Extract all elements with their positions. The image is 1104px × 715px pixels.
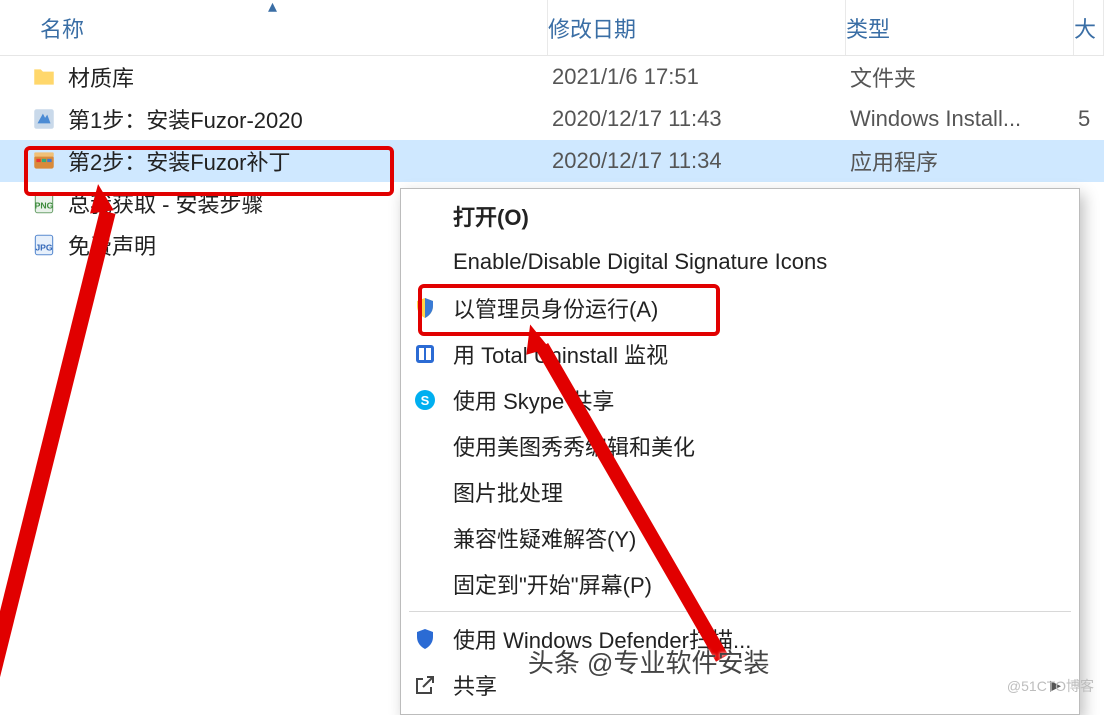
context-menu-item-label: 打开(O) [453,200,529,232]
file-date: 2021/1/6 17:51 [548,64,846,90]
blank-icon [411,248,439,276]
blank-icon [411,202,439,230]
tu-icon [411,340,439,368]
column-header-date[interactable]: 修改日期 [548,0,846,55]
column-header-type-label: 类型 [846,12,890,44]
context-menu-item[interactable]: Enable/Disable Digital Signature Icons [401,239,1079,285]
context-menu-item[interactable]: S 使用 Skype 共享 [401,377,1079,423]
file-date: 2020/12/17 11:34 [548,148,846,174]
column-header-type[interactable]: 类型 [846,0,1074,55]
column-header-row: 名称 ▴ 修改日期 类型 大 [0,0,1104,56]
column-header-name[interactable]: 名称 ▴ [0,0,548,55]
column-header-size[interactable]: 大 [1074,0,1104,55]
context-menu-item-label: 固定到"开始"屏幕(P) [453,568,652,600]
blank-icon [411,524,439,552]
file-name: 材质库 [68,61,134,93]
context-menu-item-label: 共享 [453,669,497,701]
blank-icon [411,478,439,506]
file-type: 应用程序 [846,145,1074,177]
column-header-size-label: 大 [1074,12,1096,44]
file-name: 第1步：安装Fuzor-2020 [68,103,303,135]
context-menu-item[interactable]: 打开(O) [401,193,1079,239]
jpg-icon: JPG [30,231,58,259]
context-menu-item-label: 图片批处理 [453,476,563,508]
file-name: 第2步：安装Fuzor补丁 [68,145,290,177]
context-menu-item-label: 使用美图秀秀编辑和美化 [453,430,695,462]
png-icon: PNG [30,189,58,217]
file-row[interactable]: 第1步：安装Fuzor-2020 2020/12/17 11:43Windows … [0,98,1104,140]
context-menu-item-label: 使用 Skype 共享 [453,384,614,416]
svg-text:PNG: PNG [35,200,54,210]
file-row[interactable]: 第2步：安装Fuzor补丁 2020/12/17 11:34应用程序 [0,140,1104,182]
file-type: Windows Install... [846,106,1074,132]
file-name: 总我获取 - 安装步骤 [68,187,264,219]
watermark-right: @51CTO博客 [1007,676,1094,696]
share-icon [411,671,439,699]
app-icon [30,147,58,175]
context-menu-item[interactable]: 固定到"开始"屏幕(P) [401,561,1079,607]
context-menu-item-label: 用 Total Uninstall 监视 [453,338,668,370]
sort-caret-icon: ▴ [268,0,277,17]
shield-icon [411,294,439,322]
svg-text:S: S [421,393,430,408]
context-menu-item[interactable]: 图片批处理 [401,469,1079,515]
file-type: 文件夹 [846,61,1074,93]
defender-icon [411,625,439,653]
context-menu-item[interactable]: 使用美图秀秀编辑和美化 [401,423,1079,469]
file-date: 2020/12/17 11:43 [548,106,846,132]
file-name: 免费声明 [68,229,156,261]
file-row[interactable]: 材质库 2021/1/6 17:51文件夹 [0,56,1104,98]
file-size: 5 [1074,106,1104,132]
context-menu-item[interactable]: 兼容性疑难解答(Y) [401,515,1079,561]
folder-icon [30,63,58,91]
blank-icon [411,432,439,460]
context-menu-item-label: 以管理员身份运行(A) [453,292,658,324]
context-menu-item-label: Enable/Disable Digital Signature Icons [453,249,827,275]
menu-separator [409,611,1071,612]
column-header-name-label: 名称 [40,12,84,44]
context-menu-item[interactable]: 用 Total Uninstall 监视 [401,331,1079,377]
blank-icon [411,570,439,598]
column-header-date-label: 修改日期 [548,12,636,44]
msi-icon [30,105,58,133]
svg-text:JPG: JPG [35,242,53,252]
context-menu-item[interactable]: 以管理员身份运行(A) [401,285,1079,331]
context-menu: 打开(O) Enable/Disable Digital Signature Ic… [400,188,1080,715]
context-menu-item-label: 兼容性疑难解答(Y) [453,522,636,554]
skype-icon: S [411,386,439,414]
watermark-center: 头条 @专业软件安装 [528,643,770,680]
